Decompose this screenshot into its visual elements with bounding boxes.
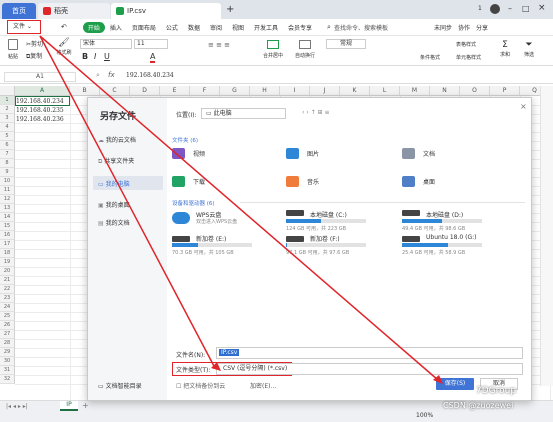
annotation-arrows <box>39 35 443 384</box>
watermark-brand: 7DGroup <box>476 386 517 396</box>
watermark-site: CSDN @zuozewei <box>443 401 514 410</box>
arrow-to-filetype <box>39 35 216 369</box>
arrow-to-save <box>39 35 439 381</box>
